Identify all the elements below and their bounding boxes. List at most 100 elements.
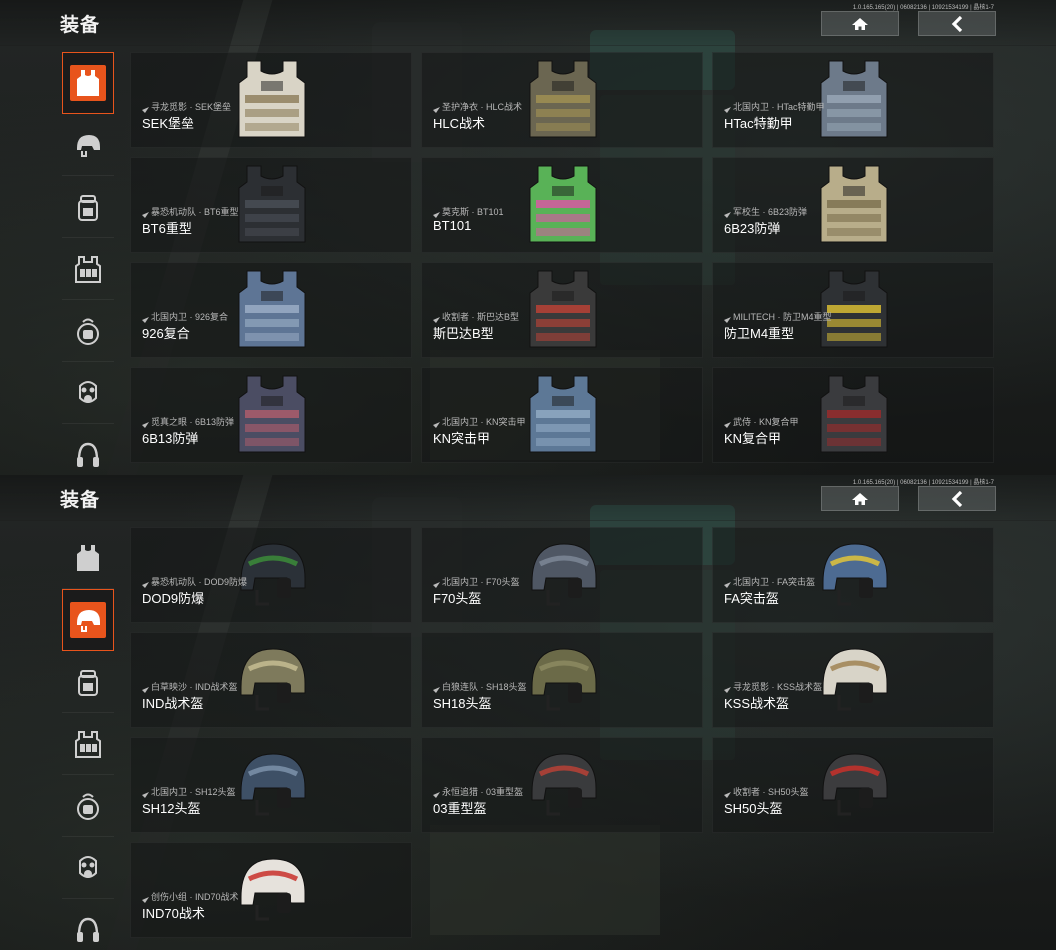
- equipment-card[interactable]: 寻龙觅影 · SEK堡垒 SEK堡垒: [130, 52, 412, 148]
- back-button[interactable]: [918, 11, 996, 36]
- item-subtitle: 北国内卫 · FA突击盔: [724, 575, 815, 588]
- home-button[interactable]: [821, 11, 899, 36]
- check-icon: [142, 105, 149, 113]
- equipment-card[interactable]: 莫克斯 · BT101 BT101: [421, 157, 703, 253]
- equipment-card[interactable]: 北国内卫 · 926复合 926复合: [130, 262, 412, 358]
- equipment-card[interactable]: 暴恐机动队 · DOD9防爆 DOD9防爆: [130, 527, 412, 623]
- check-icon: [142, 315, 149, 323]
- category-sidebar: [60, 527, 116, 950]
- equipment-card[interactable]: MILITECH · 防卫M4重型 防卫M4重型: [712, 262, 994, 358]
- headset-tab[interactable]: [62, 899, 114, 950]
- item-subtitle-text: MILITECH · 防卫M4重型: [733, 312, 832, 322]
- item-name: SH18头盔: [433, 696, 492, 711]
- check-icon: [142, 420, 149, 428]
- item-subtitle-text: 北国内卫 · SH12头盔: [151, 787, 236, 797]
- headset-tab[interactable]: [62, 424, 114, 475]
- equipment-card[interactable]: 军校生 · 6B23防弹 6B23防弹: [712, 157, 994, 253]
- home-button[interactable]: [821, 486, 899, 511]
- helmet-image: [522, 635, 604, 725]
- item-subtitle-text: 永恒追猎 · 03重型盔: [442, 787, 524, 797]
- check-icon: [142, 790, 149, 798]
- equipment-card[interactable]: 白草映沙 · IND战术盔 IND战术盔: [130, 632, 412, 728]
- item-subtitle-text: 收割者 · SH50头盔: [733, 787, 809, 797]
- vest-tab[interactable]: [62, 52, 114, 114]
- equipment-card[interactable]: 觅真之眼 · 6B13防弹 6B13防弹: [130, 367, 412, 463]
- item-subtitle-text: 北国内卫 · HTac特勤甲: [733, 102, 825, 112]
- item-subtitle-text: 军校生 · 6B23防弹: [733, 207, 808, 217]
- equipment-card[interactable]: 寻龙觅影 · KSS战术盔 KSS战术盔: [712, 632, 994, 728]
- helmet-image: [522, 740, 604, 830]
- equipment-card[interactable]: 暴恐机动队 · BT6重型 BT6重型: [130, 157, 412, 253]
- equipment-card[interactable]: 北国内卫 · KN突击甲 KN突击甲: [421, 367, 703, 463]
- bag-tab[interactable]: [62, 300, 114, 362]
- vest-image: [231, 265, 313, 355]
- home-icon: [852, 17, 868, 30]
- check-icon: [433, 420, 440, 428]
- equipment-card[interactable]: 创伤小组 · IND70战术 IND70战术: [130, 842, 412, 938]
- item-subtitle: 军校生 · 6B23防弹: [724, 205, 807, 218]
- gas-mask-tab[interactable]: [62, 837, 114, 899]
- vest-image: [231, 55, 313, 145]
- version-text: 1.0.165.165(20) | 06082136 | 10921534199…: [852, 480, 994, 486]
- item-subtitle-text: 暴恐机动队 · DOD9防爆: [151, 577, 248, 587]
- chest-rig-tab[interactable]: [62, 713, 114, 775]
- equipment-card[interactable]: 北国内卫 · HTac特勤甲 HTac特勤甲: [712, 52, 994, 148]
- helmet-image: [231, 635, 313, 725]
- backpack-tab[interactable]: [62, 651, 114, 713]
- check-icon: [433, 105, 440, 113]
- item-subtitle: 北国内卫 · KN突击甲: [433, 415, 526, 428]
- equipment-card[interactable]: 收割者 · SH50头盔 SH50头盔: [712, 737, 994, 833]
- item-name: 6B13防弹: [142, 431, 199, 446]
- item-subtitle-text: 暴恐机动队 · BT6重型: [151, 207, 239, 217]
- vest-tab[interactable]: [62, 527, 114, 589]
- item-subtitle-text: 创伤小组 · IND70战术: [151, 892, 239, 902]
- vest-image: [231, 370, 313, 460]
- item-subtitle-text: 北国内卫 · FA突击盔: [733, 577, 816, 587]
- check-icon: [142, 895, 149, 903]
- category-sidebar: [60, 52, 116, 475]
- item-name: 926复合: [142, 326, 190, 341]
- backpack-tab[interactable]: [62, 176, 114, 238]
- check-icon: [433, 315, 440, 323]
- chest-rig-icon: [70, 726, 106, 762]
- helmet-tab[interactable]: [62, 589, 114, 651]
- home-icon: [852, 492, 868, 505]
- bag-icon: [70, 788, 106, 824]
- equipment-card[interactable]: 武侍 · KN复合甲 KN复合甲: [712, 367, 994, 463]
- equipment-card[interactable]: 北国内卫 · F70头盔 F70头盔: [421, 527, 703, 623]
- vest-icon: [70, 540, 106, 576]
- gas-mask-tab[interactable]: [62, 362, 114, 424]
- item-subtitle-text: 北国内卫 · F70头盔: [442, 577, 520, 587]
- item-subtitle: 寻龙觅影 · KSS战术盔: [724, 680, 822, 693]
- equipment-card[interactable]: 北国内卫 · FA突击盔 FA突击盔: [712, 527, 994, 623]
- equipment-card[interactable]: 白狼连队 · SH18头盔 SH18头盔: [421, 632, 703, 728]
- item-subtitle: 寻龙觅影 · SEK堡垒: [142, 100, 231, 113]
- equipment-card[interactable]: 永恒追猎 · 03重型盔 03重型盔: [421, 737, 703, 833]
- check-icon: [433, 685, 440, 693]
- equipment-panel-vests: 装备 1.0.165.165(20) | 06082136 | 10921534…: [0, 0, 1056, 475]
- item-subtitle: 白狼连队 · SH18头盔: [433, 680, 527, 693]
- item-subtitle: 北国内卫 · 926复合: [142, 310, 228, 323]
- item-name: SH12头盔: [142, 801, 201, 816]
- check-icon: [724, 210, 731, 218]
- bag-tab[interactable]: [62, 775, 114, 837]
- equipment-card[interactable]: 收割者 · 斯巴达B型 斯巴达B型: [421, 262, 703, 358]
- equipment-card[interactable]: 北国内卫 · SH12头盔 SH12头盔: [130, 737, 412, 833]
- item-name: KN突击甲: [433, 431, 491, 446]
- back-button[interactable]: [918, 486, 996, 511]
- check-icon: [724, 315, 731, 323]
- helmet-image: [813, 740, 895, 830]
- item-subtitle-text: 莫克斯 · BT101: [442, 207, 504, 217]
- item-subtitle: 创伤小组 · IND70战术: [142, 890, 239, 903]
- item-subtitle-text: 寻龙觅影 · SEK堡垒: [151, 102, 232, 112]
- item-subtitle: 永恒追猎 · 03重型盔: [433, 785, 523, 798]
- item-subtitle: 暴恐机动队 · BT6重型: [142, 205, 239, 218]
- item-name: BT6重型: [142, 221, 192, 236]
- vest-image: [522, 55, 604, 145]
- helmet-tab[interactable]: [62, 114, 114, 176]
- item-subtitle: 白草映沙 · IND战术盔: [142, 680, 238, 693]
- headset-icon: [70, 437, 106, 473]
- item-subtitle-text: 寻龙觅影 · KSS战术盔: [733, 682, 823, 692]
- chest-rig-tab[interactable]: [62, 238, 114, 300]
- equipment-card[interactable]: 圣护净衣 · HLC战术 HLC战术: [421, 52, 703, 148]
